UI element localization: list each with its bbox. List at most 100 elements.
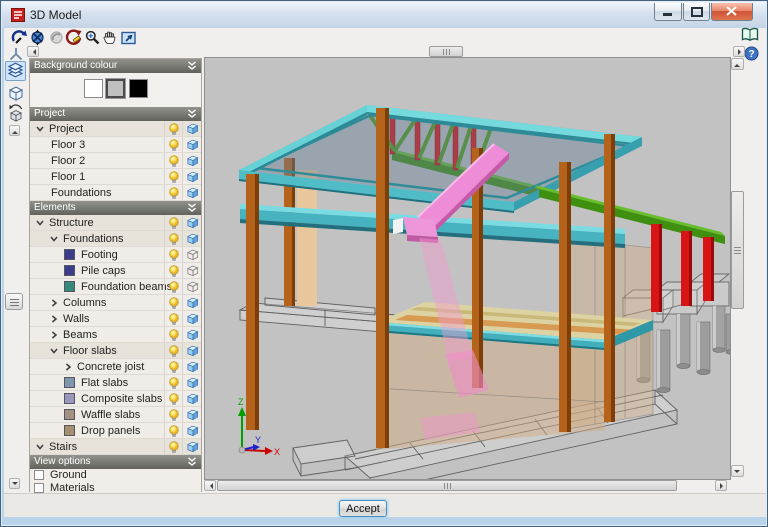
strip-scroll-up-button[interactable] bbox=[9, 125, 20, 136]
visibility-bulb-icon[interactable] bbox=[168, 233, 180, 245]
view-options-header[interactable]: View options bbox=[30, 455, 201, 469]
wireframe-view-cube-icon[interactable] bbox=[186, 280, 199, 293]
render-box-icon[interactable] bbox=[6, 104, 25, 123]
solid-view-cube-icon[interactable] bbox=[186, 232, 199, 245]
zoom-window-icon[interactable] bbox=[84, 29, 101, 46]
chevron-right-icon[interactable] bbox=[49, 314, 59, 324]
project-header[interactable]: Project bbox=[30, 107, 201, 121]
fit-to-window-icon[interactable] bbox=[120, 29, 137, 46]
tree-row-beams[interactable]: Beams bbox=[30, 327, 201, 343]
solid-view-cube-icon[interactable] bbox=[186, 312, 199, 325]
background-colour-header[interactable]: Background colour bbox=[30, 59, 201, 73]
collapse-chevron-icon[interactable] bbox=[187, 109, 197, 119]
tree-row-stairs[interactable]: Stairs bbox=[30, 439, 201, 455]
manual-book-icon[interactable] bbox=[741, 27, 759, 43]
tree-row-pile-caps[interactable]: Pile caps bbox=[30, 263, 201, 279]
tree-row-foundations[interactable]: Foundations bbox=[30, 231, 201, 247]
tree-row-floor3[interactable]: Floor 3 bbox=[30, 137, 201, 153]
tree-row-structure[interactable]: Structure bbox=[30, 215, 201, 231]
tree-row-concrete-joist[interactable]: Concrete joist bbox=[30, 359, 201, 375]
collapse-chevron-icon[interactable] bbox=[187, 203, 197, 213]
hscroll-top-right-button[interactable] bbox=[733, 46, 745, 57]
solid-view-cube-icon[interactable] bbox=[186, 186, 199, 199]
solid-view-cube-icon[interactable] bbox=[186, 138, 199, 151]
chevron-right-icon[interactable] bbox=[49, 298, 59, 308]
materials-checkbox[interactable] bbox=[34, 483, 44, 493]
solid-view-cube-icon[interactable] bbox=[186, 122, 199, 135]
close-button[interactable] bbox=[711, 3, 753, 21]
axes-icon[interactable] bbox=[8, 46, 24, 61]
vscroll-thumb[interactable] bbox=[731, 191, 744, 309]
swatch-black[interactable] bbox=[129, 79, 148, 98]
panel-splitter-handle[interactable] bbox=[5, 293, 23, 310]
tree-row-floor1[interactable]: Floor 1 bbox=[30, 169, 201, 185]
swatch-white[interactable] bbox=[84, 79, 103, 98]
visibility-bulb-icon[interactable] bbox=[168, 249, 180, 261]
visibility-bulb-icon[interactable] bbox=[168, 345, 180, 357]
checkbox-row-ground[interactable]: Ground bbox=[30, 469, 201, 482]
hscroll-bottom-right-button[interactable] bbox=[715, 480, 727, 491]
tree-row-floor-slabs[interactable]: Floor slabs bbox=[30, 343, 201, 359]
visibility-bulb-icon[interactable] bbox=[168, 187, 180, 199]
hscroll-top-left-button[interactable] bbox=[27, 46, 39, 57]
visibility-bulb-icon[interactable] bbox=[168, 441, 180, 453]
hscroll-top-thumb[interactable] bbox=[429, 46, 463, 57]
solid-view-cube-icon[interactable] bbox=[186, 360, 199, 373]
maximize-button[interactable] bbox=[683, 3, 710, 21]
wireframe-view-cube-icon[interactable] bbox=[186, 248, 199, 261]
visibility-bulb-icon[interactable] bbox=[168, 393, 180, 405]
solid-view-cube-icon[interactable] bbox=[186, 392, 199, 405]
tree-row-project[interactable]: Project bbox=[30, 121, 201, 137]
chevron-down-icon[interactable] bbox=[49, 346, 59, 356]
visibility-bulb-icon[interactable] bbox=[168, 361, 180, 373]
visibility-bulb-icon[interactable] bbox=[168, 171, 180, 183]
visibility-bulb-icon[interactable] bbox=[168, 217, 180, 229]
elements-header[interactable]: Elements bbox=[30, 201, 201, 215]
visibility-bulb-icon[interactable] bbox=[168, 297, 180, 309]
tree-row-flat-slabs[interactable]: Flat slabs bbox=[30, 375, 201, 391]
visibility-bulb-icon[interactable] bbox=[168, 155, 180, 167]
visibility-bulb-icon[interactable] bbox=[168, 425, 180, 437]
solid-view-cube-icon[interactable] bbox=[186, 376, 199, 389]
help-icon[interactable]: ? bbox=[744, 46, 759, 61]
strip-scroll-down-button[interactable] bbox=[9, 478, 20, 489]
visibility-bulb-icon[interactable] bbox=[168, 281, 180, 293]
tree-row-columns[interactable]: Columns bbox=[30, 295, 201, 311]
pan-hand-icon[interactable] bbox=[101, 29, 118, 46]
wireframe-box-icon[interactable] bbox=[7, 84, 25, 102]
visibility-bulb-icon[interactable] bbox=[168, 313, 180, 325]
tree-row-drop-panels[interactable]: Drop panels bbox=[30, 423, 201, 439]
minimize-button[interactable] bbox=[654, 3, 682, 21]
collapse-chevron-icon[interactable] bbox=[187, 61, 197, 71]
orbit-model-icon[interactable] bbox=[29, 29, 46, 46]
tree-row-composite-slabs[interactable]: Composite slabs bbox=[30, 391, 201, 407]
chevron-down-icon[interactable] bbox=[35, 218, 45, 228]
redraw-icon[interactable] bbox=[65, 29, 82, 46]
chevron-down-icon[interactable] bbox=[35, 124, 45, 134]
solid-view-cube-icon[interactable] bbox=[186, 328, 199, 341]
ground-checkbox[interactable] bbox=[34, 470, 44, 480]
visibility-bulb-icon[interactable] bbox=[168, 329, 180, 341]
solid-view-cube-icon[interactable] bbox=[186, 440, 199, 453]
vscroll-down-button[interactable] bbox=[731, 465, 744, 477]
solid-view-cube-icon[interactable] bbox=[186, 296, 199, 309]
tree-row-floor2[interactable]: Floor 2 bbox=[30, 153, 201, 169]
tree-row-walls[interactable]: Walls bbox=[30, 311, 201, 327]
tree-row-footing[interactable]: Footing bbox=[30, 247, 201, 263]
solid-view-cube-icon[interactable] bbox=[186, 344, 199, 357]
collapse-chevron-icon[interactable] bbox=[187, 457, 197, 467]
chevron-down-icon[interactable] bbox=[49, 234, 59, 244]
chevron-right-icon[interactable] bbox=[63, 362, 73, 372]
tree-row-foundation-beams[interactable]: Foundation beams bbox=[30, 279, 201, 295]
wireframe-view-cube-icon[interactable] bbox=[186, 264, 199, 277]
hscroll-bottom-thumb[interactable] bbox=[217, 480, 677, 491]
layers-icon[interactable] bbox=[7, 62, 24, 80]
visibility-bulb-icon[interactable] bbox=[168, 409, 180, 421]
rotate-view-icon[interactable] bbox=[11, 29, 28, 46]
visibility-bulb-icon[interactable] bbox=[168, 377, 180, 389]
solid-view-cube-icon[interactable] bbox=[186, 154, 199, 167]
hscroll-bottom-left-button[interactable] bbox=[204, 480, 216, 491]
swatch-grey-selected[interactable] bbox=[106, 79, 125, 98]
chevron-right-icon[interactable] bbox=[49, 330, 59, 340]
3d-model-canvas[interactable]: Z X Y bbox=[205, 58, 730, 479]
